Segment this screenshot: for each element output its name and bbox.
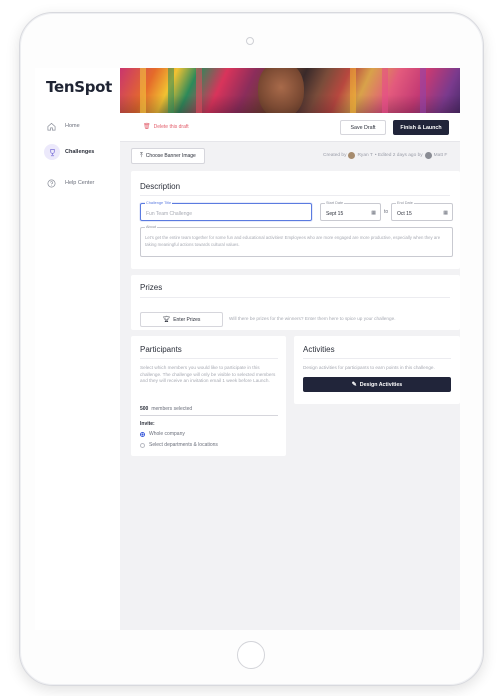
trophy-icon (44, 144, 60, 160)
end-date-value: Oct 15 (397, 211, 412, 217)
divider (140, 195, 450, 196)
start-date-label: Start Date (325, 201, 345, 206)
sidebar-item-label: Help Center (65, 180, 95, 186)
device-home-button[interactable] (237, 641, 265, 669)
description-title: Description (140, 182, 181, 191)
members-selected: 500 members selected (140, 406, 278, 416)
challenge-title-label: Challenge Title (145, 201, 173, 206)
option-label: Whole company (149, 431, 185, 437)
enter-prizes-label: Enter Prizes (173, 316, 201, 323)
about-text: Let's get the entire team together for s… (145, 235, 441, 247)
invite-option-whole-company[interactable]: Whole company (140, 431, 185, 437)
participants-card: Participants Select which members you wo… (131, 336, 286, 456)
sidebar: TenSpot Home Challenges Help Center (35, 68, 120, 630)
logo: TenSpot (46, 78, 113, 96)
divider (140, 358, 278, 359)
pencil-icon: ✎ (351, 382, 357, 388)
sidebar-item-help-center[interactable]: Help Center (46, 173, 94, 193)
delete-draft-label: Delete this draft (153, 123, 189, 130)
invite-label: Invite: (140, 421, 155, 427)
edited-text: • Edited 2 days ago by (374, 153, 423, 158)
editor-name: Matt F (433, 153, 448, 158)
start-date-field[interactable]: Start Date Sept 15 ▦ (320, 201, 381, 221)
participants-title: Participants (140, 345, 182, 354)
sidebar-item-label: Challenges (65, 149, 95, 155)
calendar-icon: ▦ (371, 210, 376, 216)
choose-banner-label: Choose Banner Image (145, 153, 196, 159)
participants-description: Select which members you would like to p… (140, 365, 276, 383)
activities-title: Activities (303, 345, 335, 354)
delete-draft-link[interactable]: 🗑 Delete this draft (143, 123, 189, 131)
to-label: to (384, 209, 389, 215)
created-by-label: Created by (323, 153, 347, 158)
about-label: About (145, 225, 157, 230)
end-date-label: End Date (396, 201, 414, 206)
prizes-card: Prizes 🏆︎ Enter Prizes Will there be pri… (131, 275, 460, 330)
choose-banner-button[interactable]: ⤒ Choose Banner Image (131, 148, 205, 164)
banner-image (120, 68, 460, 113)
design-activities-label: Design Activities (359, 381, 403, 388)
avatar (424, 152, 432, 159)
prizes-hint: Will there be prizes for the winners? En… (229, 316, 396, 321)
about-field[interactable]: About Let's get the entire team together… (140, 225, 453, 257)
challenge-title-placeholder: Fun Team Challenge (146, 211, 193, 217)
creator-name: Ryan T (357, 153, 373, 158)
activities-card: Activities Design activities for partici… (294, 336, 460, 404)
challenge-title-field[interactable]: Challenge Title Fun Team Challenge (140, 201, 312, 221)
draft-toolbar: 🗑 Delete this draft Save Draft Finish & … (120, 113, 460, 142)
end-date-field[interactable]: End Date Oct 15 ▦ (391, 201, 453, 221)
camera-icon (246, 37, 254, 45)
radio-unselected-icon[interactable] (140, 442, 145, 448)
upload-icon: ⤒ (140, 152, 143, 159)
prizes-title: Prizes (140, 283, 163, 292)
invite-option-departments[interactable]: Select departments & locations (140, 442, 218, 448)
design-activities-button[interactable]: ✎ Design Activities (303, 377, 451, 392)
help-icon (46, 178, 57, 189)
members-label: members selected (151, 406, 193, 412)
members-count: 500 (140, 406, 149, 412)
avatar (348, 152, 356, 159)
enter-prizes-button[interactable]: 🏆︎ Enter Prizes (140, 312, 223, 327)
trash-icon: 🗑 (143, 124, 151, 130)
app-screen: TenSpot Home Challenges Help Center 🗑 De… (35, 68, 460, 630)
description-card: Description Challenge Title Fun Team Cha… (131, 171, 460, 269)
radio-selected-icon[interactable] (140, 431, 145, 437)
created-by-meta: Created by Ryan T • Edited 2 days ago by… (323, 152, 447, 159)
calendar-icon: ▦ (443, 210, 448, 216)
main-content: 🗑 Delete this draft Save Draft Finish & … (120, 68, 460, 630)
trophy-icon: 🏆︎ (162, 317, 171, 323)
option-label: Select departments & locations (149, 442, 218, 448)
divider (140, 297, 450, 298)
start-date-value: Sept 15 (326, 211, 344, 217)
home-icon (46, 121, 57, 132)
divider (303, 358, 451, 359)
sidebar-item-label: Home (65, 123, 80, 129)
activities-description: Design activities for participants to ea… (303, 365, 435, 370)
finish-launch-button[interactable]: Finish & Launch (393, 120, 449, 135)
sidebar-item-home[interactable]: Home (46, 116, 80, 136)
sidebar-item-challenges[interactable]: Challenges (44, 142, 95, 162)
save-draft-button[interactable]: Save Draft (340, 120, 386, 135)
